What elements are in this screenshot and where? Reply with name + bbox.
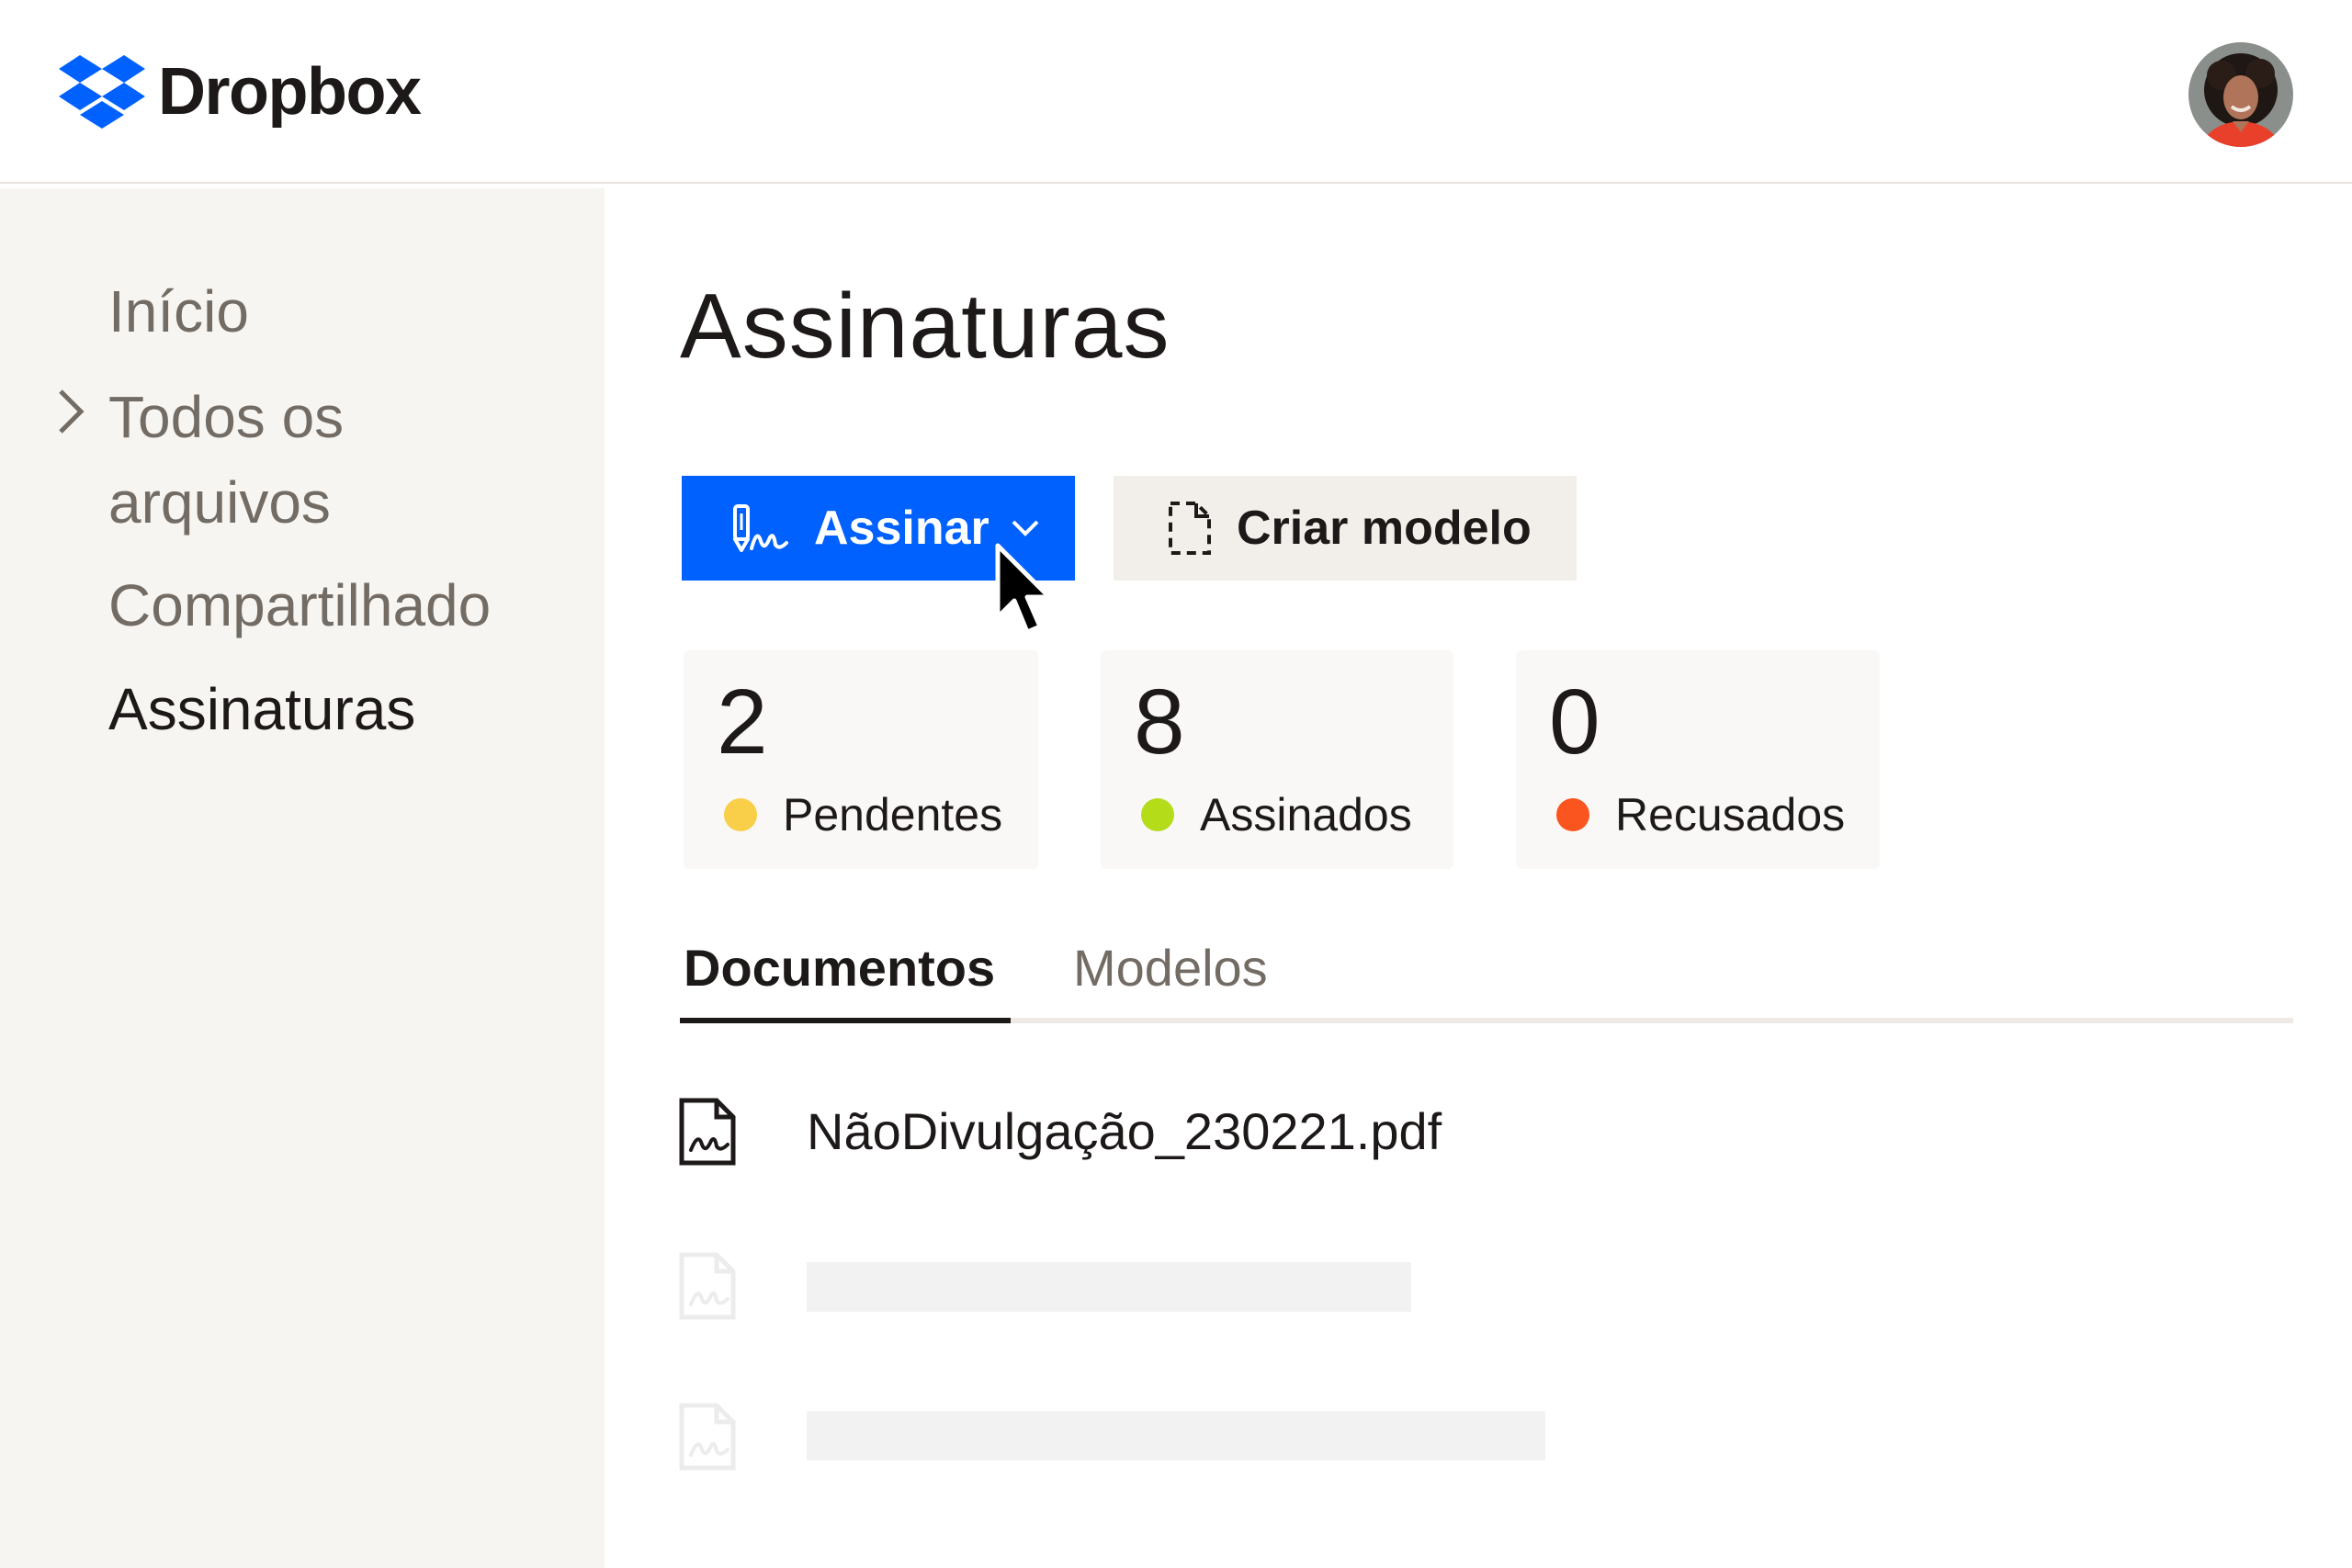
user-avatar[interactable] [2188,42,2293,147]
stat-count: 2 [717,671,768,773]
criar-modelo-button-label: Criar modelo [1237,502,1532,555]
sidebar-item-compartilhado[interactable]: Compartilhado [108,562,491,649]
tab-documentos[interactable]: Documentos [684,931,995,1005]
dropbox-logo[interactable]: Dropbox [59,53,422,130]
sidebar-item-assinaturas[interactable]: Assinaturas [108,666,415,752]
sidebar-item-inicio[interactable]: Início [108,268,249,355]
mouse-cursor-icon [992,542,1057,643]
chevron-down-icon [1010,518,1041,538]
top-header: Dropbox [0,0,2352,184]
brand-name: Dropbox [158,55,422,129]
chevron-right-icon[interactable] [51,384,88,439]
sidebar: Início Todos os arquivos Compartilhado A… [0,188,605,1568]
placeholder-document-icon [678,1249,737,1323]
loading-placeholder-row [807,1262,1411,1312]
sidebar-item-todos-os-arquivos[interactable]: Todos os [108,374,344,460]
placeholder-document-icon [678,1400,737,1473]
stat-card-pendentes[interactable]: 2 Pendentes [684,650,1038,869]
document-name[interactable]: NãoDivulgação_230221.pdf [807,1095,1442,1168]
stat-card-assinados[interactable]: 8 Assinados [1101,650,1453,869]
status-dot-green-icon [1141,798,1174,831]
assinar-button-label: Assinar [814,502,989,555]
signed-document-icon [678,1095,737,1168]
user-avatar-icon [2188,42,2293,147]
status-dot-red-icon [1556,798,1589,831]
stat-label: Pendentes [783,789,1003,840]
stat-count: 0 [1549,671,1600,773]
tab-modelos[interactable]: Modelos [1073,931,1268,1005]
dropbox-logo-icon [59,55,145,129]
stat-label: Assinados [1200,789,1412,840]
signature-pen-icon [729,501,790,556]
criar-modelo-button[interactable]: Criar modelo [1114,476,1577,581]
status-dot-yellow-icon [724,798,757,831]
page-title: Assinaturas [680,275,1170,378]
active-tab-indicator [680,1018,1011,1023]
sidebar-item-todos-os-arquivos-line2[interactable]: arquivos [108,459,331,546]
template-document-icon [1167,500,1213,557]
loading-placeholder-row [807,1411,1545,1461]
stat-card-recusados[interactable]: 0 Recusados [1516,650,1880,869]
stat-label: Recusados [1615,789,1846,840]
stat-count: 8 [1134,671,1185,773]
